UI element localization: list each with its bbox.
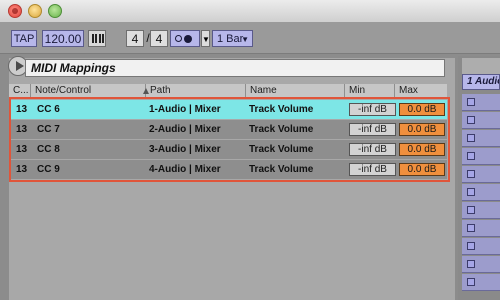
clip-slot[interactable] [462,274,500,291]
signature-denominator-field[interactable]: 4 [150,30,168,47]
clip-slot[interactable] [462,148,500,165]
track-header[interactable]: 1 Audio [462,74,500,90]
clip-stop-icon [467,116,475,124]
clip-slot[interactable] [462,256,500,273]
highlight-frame [9,97,450,182]
clip-slot[interactable] [462,130,500,147]
column-header-name[interactable]: Name [246,84,345,98]
transport-toolbar: TAP 120.00 4 4 / ▼ 1 Bar ▼ [0,23,500,54]
column-header-max[interactable]: Max [395,84,447,98]
clip-stop-icon [467,98,475,106]
clip-slot[interactable] [462,184,500,201]
column-header-path[interactable]: Path [146,84,246,98]
tap-tempo-button[interactable]: TAP [11,30,37,47]
clip-stop-icon [467,278,475,286]
clip-stop-icon [467,242,475,250]
clip-slot[interactable] [462,202,500,219]
close-window-button[interactable] [8,4,22,18]
clip-stop-icon [467,170,475,178]
quantization-dropdown[interactable]: 1 Bar ▼ [212,30,253,47]
clip-slot[interactable] [462,94,500,111]
zoom-window-button[interactable] [48,4,62,18]
clip-slot[interactable] [462,220,500,237]
nudge-bars-icon[interactable] [88,30,106,47]
column-header-note-control[interactable]: Note/Control [31,84,146,98]
column-header-channel[interactable]: C... [9,84,31,98]
clip-stop-icon [467,260,475,268]
clip-slot[interactable] [462,166,500,183]
clip-slot[interactable] [462,238,500,255]
chevron-down-icon: ▼ [241,35,249,44]
tempo-field[interactable]: 120.00 [42,30,84,47]
clip-stop-icon [467,152,475,160]
metronome-button[interactable] [170,30,200,47]
clip-slot[interactable] [462,112,500,129]
quantization-value: 1 Bar [217,33,244,45]
column-header-note-control-label: Note/Control [35,85,92,96]
panel-title: MIDI Mappings [25,59,445,77]
empty-mapping-area [11,184,449,300]
column-header-min[interactable]: Min [345,84,395,98]
clip-stop-icon [467,188,475,196]
metronome-ring-icon [175,35,182,42]
signature-numerator-field[interactable]: 4 [126,30,144,47]
window-titlebar [0,0,500,23]
metronome-dot-icon [184,35,192,43]
signature-slash: / [146,31,150,45]
clip-stop-icon [467,206,475,214]
minimize-window-button[interactable] [28,4,42,18]
close-icon [12,8,18,14]
clip-stop-icon [467,134,475,142]
clip-stop-icon [467,224,475,232]
metronome-dropdown-button[interactable]: ▼ [201,30,210,47]
